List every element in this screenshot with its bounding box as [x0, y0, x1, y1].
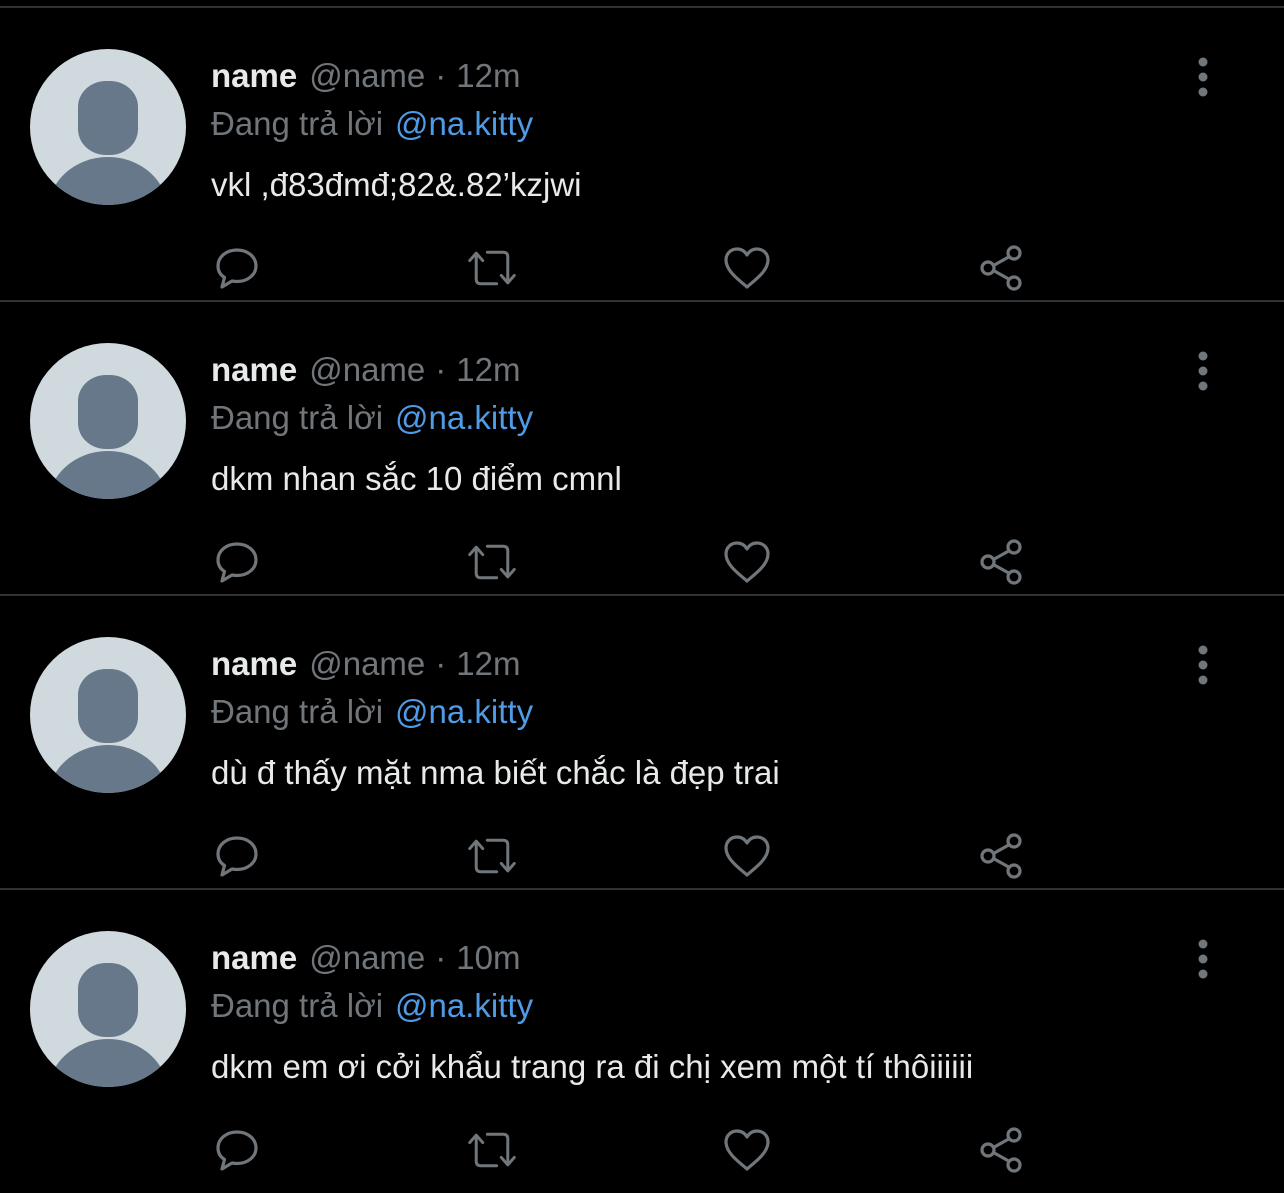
like-button[interactable] — [721, 831, 773, 881]
reply-button[interactable] — [211, 831, 263, 881]
default-avatar-icon — [48, 669, 168, 793]
like-button[interactable] — [721, 243, 773, 293]
share-icon — [980, 539, 1022, 585]
more-vertical-icon — [1198, 939, 1208, 979]
tweet[interactable]: name @name · 10m Đang trả lời @na.kitty dkm … — [0, 890, 1284, 1182]
reply-bubble-icon — [216, 542, 258, 583]
more-vertical-icon — [1198, 351, 1208, 391]
tweet-text: vkl ,đ83đmđ;82&.82’kzjwi — [211, 166, 582, 203]
tweet-header: name @name · 12m — [211, 644, 520, 684]
retweet-button[interactable] — [466, 537, 518, 587]
retweet-button[interactable] — [466, 243, 518, 293]
tweet-header: name @name · 10m — [211, 938, 520, 978]
retweet-icon — [468, 838, 516, 874]
reply-bubble-icon — [216, 1130, 258, 1171]
retweet-icon — [468, 250, 516, 286]
heart-icon — [724, 541, 770, 583]
heart-icon — [724, 1129, 770, 1171]
tweet-header: name @name · 12m — [211, 56, 520, 96]
more-options-button[interactable] — [1184, 938, 1222, 980]
separator-dot: · — [435, 57, 447, 94]
replying-to: Đang trả lời @na.kitty — [211, 104, 533, 144]
retweet-button[interactable] — [466, 831, 518, 881]
tweet-actions — [211, 1125, 1041, 1175]
replying-to: Đang trả lời @na.kitty — [211, 986, 533, 1026]
retweet-button[interactable] — [466, 1125, 518, 1175]
avatar[interactable] — [30, 343, 186, 499]
more-options-button[interactable] — [1184, 644, 1222, 686]
replying-to-label: Đang trả lời — [211, 399, 384, 436]
default-avatar-icon — [48, 81, 168, 205]
share-button[interactable] — [976, 831, 1028, 881]
separator-dot: · — [435, 645, 447, 682]
share-icon — [980, 1127, 1022, 1173]
avatar[interactable] — [30, 49, 186, 205]
tweet-actions — [211, 831, 1041, 881]
more-vertical-icon — [1198, 645, 1208, 685]
heart-icon — [724, 247, 770, 289]
reply-button[interactable] — [211, 537, 263, 587]
share-icon — [980, 245, 1022, 291]
tweet-text: dù đ thấy mặt nma biết chắc là đẹp trai — [211, 754, 780, 791]
heart-icon — [724, 835, 770, 877]
retweet-icon — [468, 544, 516, 580]
reply-button[interactable] — [211, 1125, 263, 1175]
user-handle[interactable]: @name — [309, 351, 425, 388]
timestamp[interactable]: 12m — [456, 351, 520, 388]
tweet[interactable]: name @name · 12m Đang trả lời @na.kitty dkm … — [0, 302, 1284, 596]
user-handle[interactable]: @name — [309, 645, 425, 682]
user-handle[interactable]: @name — [309, 57, 425, 94]
avatar[interactable] — [30, 637, 186, 793]
separator-dot: · — [435, 351, 447, 388]
user-handle[interactable]: @name — [309, 939, 425, 976]
avatar[interactable] — [30, 931, 186, 1087]
more-options-button[interactable] — [1184, 56, 1222, 98]
display-name[interactable]: name — [211, 939, 297, 976]
tweet-actions — [211, 243, 1041, 293]
replying-to-mention[interactable]: @na.kitty — [395, 987, 533, 1024]
replying-to-mention[interactable]: @na.kitty — [395, 105, 533, 142]
timestamp[interactable]: 12m — [456, 645, 520, 682]
retweet-icon — [468, 1132, 516, 1168]
tweet-text: dkm em ơi cởi khẩu trang ra đi chị xem m… — [211, 1048, 974, 1085]
share-icon — [980, 833, 1022, 879]
replying-to: Đang trả lời @na.kitty — [211, 692, 533, 732]
timestamp[interactable]: 12m — [456, 57, 520, 94]
reply-bubble-icon — [216, 836, 258, 877]
like-button[interactable] — [721, 537, 773, 587]
replying-to-mention[interactable]: @na.kitty — [395, 693, 533, 730]
reply-button[interactable] — [211, 243, 263, 293]
tweet-header: name @name · 12m — [211, 350, 520, 390]
display-name[interactable]: name — [211, 57, 297, 94]
tweet[interactable]: name @name · 12m Đang trả lời @na.kitty vkl … — [0, 8, 1284, 302]
replying-to: Đang trả lời @na.kitty — [211, 398, 533, 438]
replying-to-label: Đang trả lời — [211, 105, 384, 142]
default-avatar-icon — [48, 963, 168, 1087]
reply-feed: name @name · 12m Đang trả lời @na.kitty vkl … — [0, 8, 1284, 1182]
more-options-button[interactable] — [1184, 350, 1222, 392]
separator-dot: · — [435, 939, 447, 976]
like-button[interactable] — [721, 1125, 773, 1175]
share-button[interactable] — [976, 537, 1028, 587]
replying-to-label: Đang trả lời — [211, 987, 384, 1024]
share-button[interactable] — [976, 1125, 1028, 1175]
reply-bubble-icon — [216, 248, 258, 289]
share-button[interactable] — [976, 243, 1028, 293]
tweet-actions — [211, 537, 1041, 587]
tweet-text: dkm nhan sắc 10 điểm cmnl — [211, 460, 622, 497]
default-avatar-icon — [48, 375, 168, 499]
more-vertical-icon — [1198, 57, 1208, 97]
replying-to-label: Đang trả lời — [211, 693, 384, 730]
timestamp[interactable]: 10m — [456, 939, 520, 976]
replying-to-mention[interactable]: @na.kitty — [395, 399, 533, 436]
display-name[interactable]: name — [211, 351, 297, 388]
display-name[interactable]: name — [211, 645, 297, 682]
tweet[interactable]: name @name · 12m Đang trả lời @na.kitty dù đ… — [0, 596, 1284, 890]
